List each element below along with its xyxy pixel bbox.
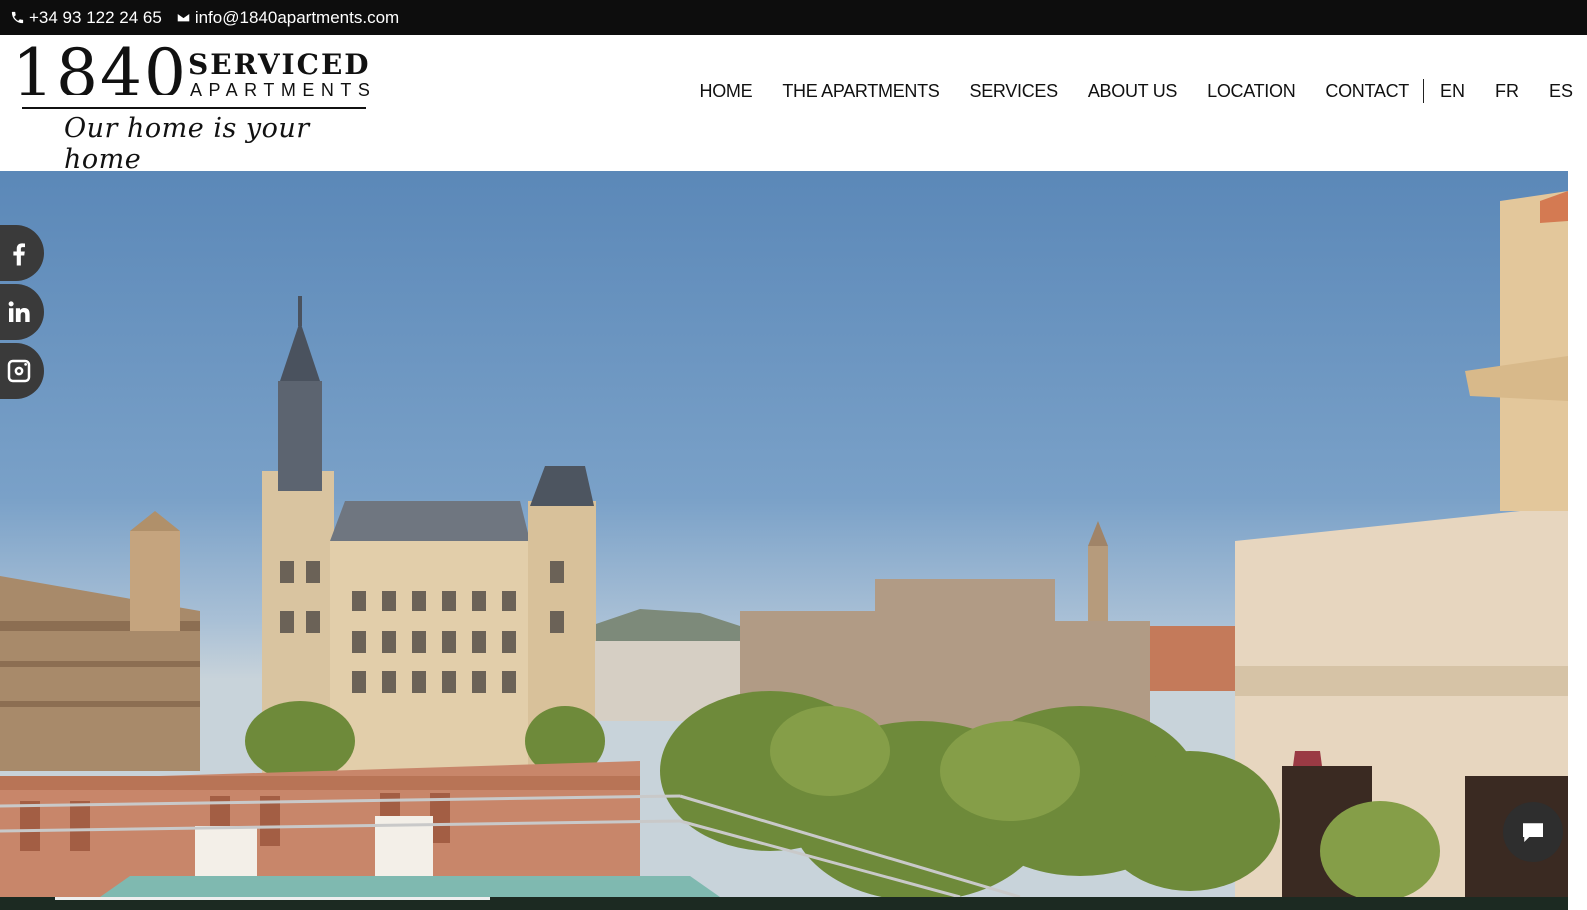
chat-bubble-icon: [1523, 823, 1543, 842]
logo-word-apartments: APARTMENTS: [190, 80, 377, 100]
envelope-icon: [176, 12, 191, 23]
hero-image: [0, 171, 1568, 897]
nav-location[interactable]: LOCATION: [1207, 81, 1296, 102]
logo-word-serviced: SERVICED: [188, 48, 371, 81]
slider-progress-bar: [55, 897, 490, 900]
site-logo[interactable]: 1840 SERVICED APARTMENTS Our home is you…: [12, 41, 377, 175]
email-address: info@1840apartments.com: [194, 7, 400, 27]
lang-es[interactable]: ES: [1549, 81, 1573, 102]
nav-the-apartments[interactable]: THE APARTMENTS: [782, 81, 939, 102]
nav-contact[interactable]: CONTACT: [1325, 81, 1409, 102]
site-header: 1840 SERVICED APARTMENTS Our home is you…: [0, 35, 1587, 175]
lang-fr[interactable]: FR: [1495, 81, 1519, 102]
rooftop-cityscape-illustration: [0, 191, 1568, 897]
nav-home[interactable]: HOME: [700, 81, 753, 102]
lang-en[interactable]: EN: [1440, 81, 1465, 102]
nav-services[interactable]: SERVICES: [970, 81, 1059, 102]
main-nav: HOME THE APARTMENTS SERVICES ABOUT US LO…: [670, 79, 1573, 103]
logo-digits: 1840: [12, 41, 188, 95]
chat-button[interactable]: [1503, 802, 1563, 862]
nav-about-us[interactable]: ABOUT US: [1088, 81, 1178, 102]
phone-icon: [11, 11, 24, 24]
phone-link[interactable]: +34 93 122 24 65: [10, 8, 162, 28]
page-scrollbar[interactable]: [1568, 171, 1587, 910]
logo-tagline: Our home is your home: [64, 113, 310, 175]
slider-progress-track: [0, 897, 1568, 910]
phone-number: +34 93 122 24 65: [29, 7, 162, 27]
email-link[interactable]: info@1840apartments.com: [176, 8, 399, 28]
linkedin-icon: [8, 301, 30, 322]
top-contact-bar: +34 93 122 24 65 info@1840apartments.com: [0, 0, 1587, 35]
instagram-icon: [7, 359, 31, 383]
facebook-icon: [13, 243, 26, 266]
logo-rule: [22, 107, 366, 109]
nav-divider: [1422, 79, 1424, 103]
